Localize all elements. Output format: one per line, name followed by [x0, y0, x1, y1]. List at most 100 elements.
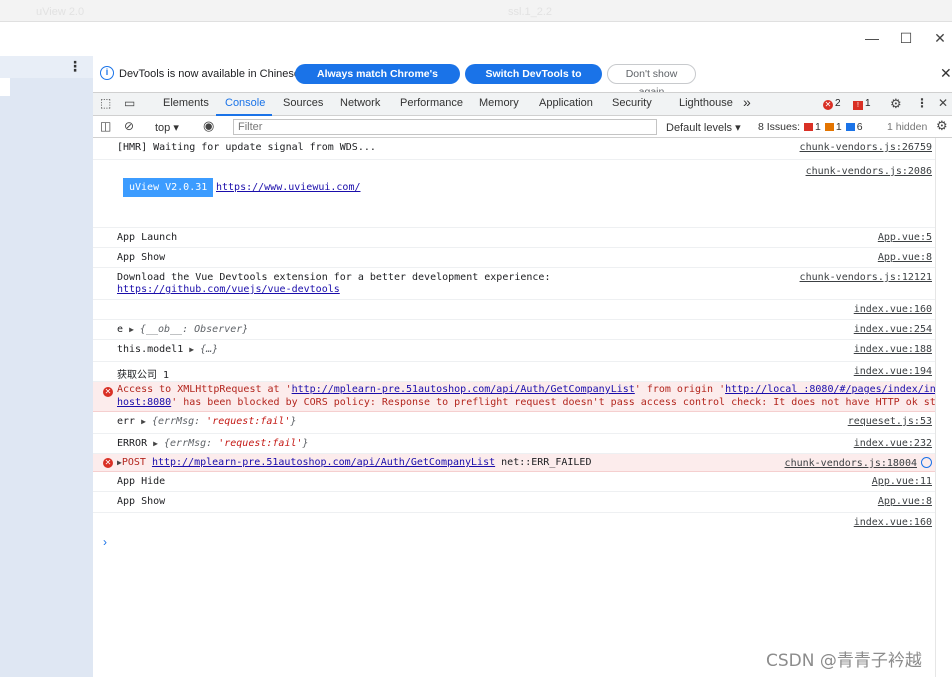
error-icon: ✕ [823, 100, 833, 110]
infobar-close-icon[interactable]: ✕ [940, 65, 952, 82]
hidden-count: 1 hidden [887, 121, 928, 133]
source-link[interactable]: requeset.js:53 [848, 416, 932, 427]
tab-network[interactable]: Network [340, 97, 380, 109]
close-window-button[interactable]: ✕ [930, 28, 950, 48]
console-message: [HMR] Waiting for update signal from WDS… [93, 138, 935, 160]
source-link[interactable]: chunk-vendors.js:2086 [806, 166, 932, 177]
console-message: App Launch App.vue:5 [93, 228, 935, 248]
expand-triangle-icon[interactable]: ▶ [189, 345, 194, 354]
origin-url-link[interactable]: http://local :8080/#/pages/index/index:1 [725, 384, 952, 395]
source-link[interactable]: index.vue:160 [854, 517, 932, 528]
issue-icon: ! [853, 101, 863, 110]
tab-application[interactable]: Application [539, 97, 593, 109]
tab-lighthouse[interactable]: Lighthouse [679, 97, 733, 109]
request-url-link[interactable]: http://mplearn-pre.51autoshop.com/api/Au… [292, 384, 635, 395]
error-icon: ✕ [103, 387, 113, 397]
tab-performance[interactable]: Performance [400, 97, 463, 109]
browser-top-strip: uView 2.0 ssl.1_2.2 [0, 0, 952, 22]
vue-devtools-link[interactable]: https://github.com/vuejs/vue-devtools [117, 284, 340, 295]
source-link[interactable]: App.vue:11 [872, 476, 932, 487]
switch-chinese-button[interactable]: Switch DevTools to Chinese [465, 64, 602, 100]
console-message: App Hide App.vue:11 [93, 472, 935, 492]
source-link[interactable]: chunk-vendors.js:18004 [785, 458, 917, 469]
source-link[interactable]: App.vue:8 [878, 496, 932, 507]
faded-tab-title: ssl.1_2.2 [508, 6, 553, 18]
log-levels-select[interactable]: Default levels ▾ [666, 121, 741, 134]
eye-icon[interactable]: ◉ [203, 118, 214, 134]
issue-error-icon [804, 123, 814, 131]
info-icon: i [100, 66, 114, 80]
issue-count-badge[interactable]: ! 1 [853, 98, 871, 110]
inspect-element-icon[interactable]: ⬚ [100, 96, 111, 110]
console-message: e ▶ {__ob__: Observer} index.vue:254 [93, 320, 935, 340]
source-link[interactable]: index.vue:188 [854, 344, 932, 355]
console-error-message: ✕ ▶POST http://mplearn-pre.51autoshop.co… [93, 454, 935, 472]
tab-sources[interactable]: Sources [283, 97, 323, 109]
source-link[interactable]: chunk-vendors.js:12121 [800, 272, 932, 283]
source-link[interactable]: index.vue:160 [854, 304, 932, 315]
console-message: index.vue:160 [93, 300, 935, 320]
source-link[interactable]: index.vue:232 [854, 438, 932, 449]
source-link[interactable]: index.vue:194 [854, 366, 932, 377]
object-preview[interactable]: {…} [200, 344, 218, 355]
expand-triangle-icon[interactable]: ▶ [141, 417, 146, 426]
context-select[interactable]: top ▾ [155, 121, 179, 134]
console-message: 获取公司 1 index.vue:194 [93, 362, 935, 382]
clear-console-icon[interactable]: ⊘ [124, 119, 134, 133]
filter-input[interactable] [233, 119, 657, 135]
source-link[interactable]: App.vue:8 [878, 252, 932, 263]
infobar-text: DevTools is now available in Chinese! [119, 68, 304, 80]
kebab-menu-icon[interactable]: ⋮ [68, 58, 82, 75]
issue-warning-icon [824, 123, 834, 131]
tab-elements[interactable]: Elements [163, 97, 209, 109]
dont-show-again-button[interactable]: Don't show again [607, 64, 696, 98]
expand-triangle-icon[interactable]: ▶ [153, 439, 158, 448]
uview-url-link[interactable]: https://www.uviewui.com/ [216, 182, 361, 193]
source-link[interactable]: App.vue:5 [878, 232, 932, 243]
watermark: CSDN @青青子衿越 [766, 651, 922, 671]
console-settings-gear-icon[interactable]: ⚙ [936, 118, 948, 134]
settings-gear-icon[interactable]: ⚙ [890, 96, 902, 112]
console-message: App Show App.vue:8 [93, 492, 935, 513]
maximize-button[interactable]: ☐ [896, 28, 916, 48]
more-tabs-icon[interactable]: » [743, 94, 751, 110]
console-message: Download the Vue Devtools extension for … [93, 268, 935, 300]
faded-tab-title: uView 2.0 [36, 6, 85, 18]
source-link[interactable]: chunk-vendors.js:26759 [800, 142, 932, 153]
page-left-item [0, 78, 10, 96]
page-viewport: ⋮ [0, 56, 93, 677]
error-icon: ✕ [103, 458, 113, 468]
kebab-menu-icon[interactable]: ⋮ [916, 96, 928, 110]
tab-memory[interactable]: Memory [479, 97, 519, 109]
device-toolbar-icon[interactable]: ▭ [124, 96, 135, 110]
tab-console[interactable]: Console [225, 97, 265, 109]
source-link[interactable]: index.vue:254 [854, 324, 932, 335]
match-language-button[interactable]: Always match Chrome's language [295, 64, 460, 100]
origin-url-link[interactable]: host:8080 [117, 397, 171, 408]
console-scrollbar[interactable] [935, 138, 952, 677]
expand-triangle-icon[interactable]: ▶ [129, 325, 134, 334]
language-infobar: i DevTools is now available in Chinese! … [93, 56, 952, 100]
console-messages: [HMR] Waiting for update signal from WDS… [93, 138, 952, 677]
tab-security[interactable]: Security [612, 97, 652, 109]
error-count-badge[interactable]: ✕ 2 [823, 98, 841, 110]
request-url-link[interactable]: http://mplearn-pre.51autoshop.com/api/Au… [152, 457, 495, 468]
console-message: index.vue:160 [93, 513, 935, 533]
sidebar-toggle-icon[interactable]: ◫ [100, 119, 111, 133]
console-message: this.model1 ▶ {…} index.vue:188 [93, 340, 935, 362]
network-request-icon[interactable] [921, 457, 932, 468]
issues-summary[interactable]: 8 Issues: 1 1 6 [758, 121, 863, 133]
console-toolbar: ◫ ⊘ top ▾ ◉ Default levels ▾ 8 Issues:11… [93, 116, 952, 138]
object-preview[interactable]: {__ob__: Observer} [140, 324, 248, 335]
console-message: err ▶ {errMsg: 'request:fail'} requeset.… [93, 412, 935, 434]
console-message: ERROR ▶ {errMsg: 'request:fail'} index.v… [93, 434, 935, 454]
uview-version-badge: uView V2.0.31 [123, 178, 214, 197]
minimize-button[interactable]: — [862, 28, 882, 48]
console-prompt[interactable]: › [103, 535, 107, 549]
issue-info-icon [845, 123, 855, 131]
console-message: App Show App.vue:8 [93, 248, 935, 268]
close-devtools-icon[interactable]: ✕ [938, 96, 948, 110]
window-controls: — ☐ ✕ [0, 22, 952, 56]
console-error-message: ✕ Access to XMLHttpRequest at 'http://mp… [93, 382, 952, 412]
devtools-tabbar: ⬚ ▭ Elements Console Sources Network Per… [93, 92, 952, 116]
